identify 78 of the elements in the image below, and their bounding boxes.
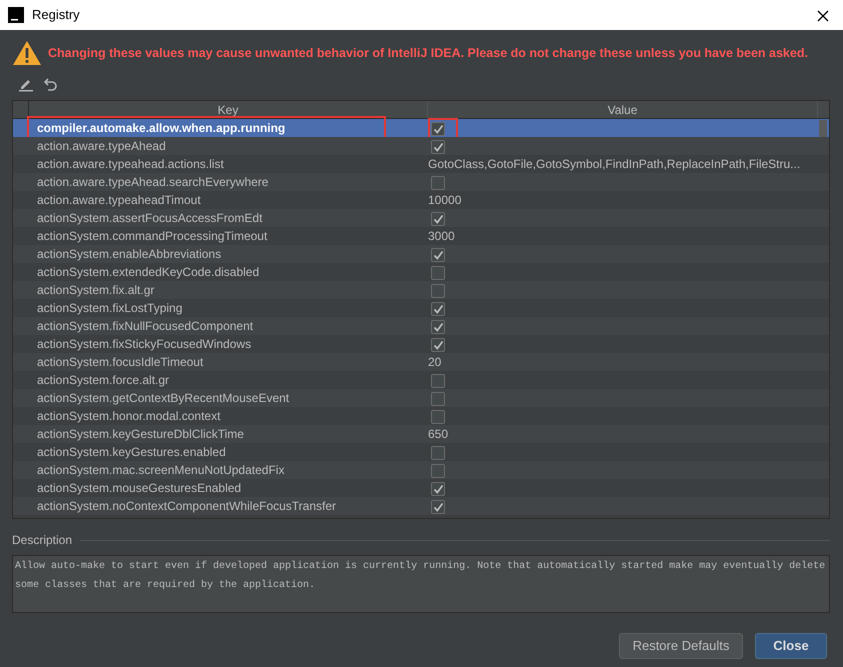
scrollbar-thumb[interactable] [819, 120, 827, 137]
checkbox[interactable] [431, 212, 445, 226]
key-text: actionSystem.fixStickyFocusedWindows [37, 337, 252, 351]
checkbox[interactable] [431, 392, 445, 406]
checkbox[interactable] [431, 266, 445, 280]
checkbox[interactable] [431, 410, 445, 424]
key-text: action.aware.typeaheadTimout [37, 193, 201, 207]
checkbox[interactable] [431, 374, 445, 388]
key-text: actionSystem.keyGestures.enabled [37, 445, 226, 459]
table-row[interactable]: actionSystem.honor.modal.context [13, 407, 829, 425]
checkbox[interactable] [431, 176, 445, 190]
key-text: actionSystem.fixNullFocusedComponent [37, 319, 254, 333]
checkbox[interactable] [431, 464, 445, 478]
value-text: 3000 [428, 229, 455, 243]
checkbox[interactable] [431, 284, 445, 298]
key-text: compiler.automake.allow.when.app.running [37, 121, 286, 135]
value-text: GotoClass,GotoFile,GotoSymbol,FindInPath,ReplaceInPath,FileStru... [428, 157, 800, 171]
key-text: action.aware.typeahead.actions.list [37, 157, 224, 171]
key-text: actionSystem.getContextByRecentMouseEvent [37, 391, 290, 405]
table-row[interactable]: actionSystem.enableAbbreviations [13, 245, 829, 263]
table-row[interactable]: actionSystem.assertFocusAccessFromEdt [13, 209, 829, 227]
close-button[interactable]: Close [755, 633, 827, 659]
key-text: actionSystem.commandProcessingTimeout [37, 229, 268, 243]
table-row[interactable]: action.aware.typeAhead.searchEverywhere [13, 173, 829, 191]
table-row[interactable]: actionSystem.fixNullFocusedComponent [13, 317, 829, 335]
app-logo-icon [8, 7, 24, 23]
key-text: actionSystem.keyGestureDblClickTime [37, 427, 244, 441]
key-text: actionSystem.force.alt.gr [37, 373, 170, 387]
key-text: actionSystem.focusIdleTimeout [37, 355, 204, 369]
key-text: actionSystem.mouseGesturesEnabled [37, 481, 242, 495]
description-text: Allow auto-make to start even if developed application is currently running. Note that automatically started make may eventually delete some classes that are required by the application. [12, 555, 830, 613]
key-text: actionSystem.noContextComponentWhileFocusTransfer [37, 499, 336, 513]
checkbox[interactable] [431, 122, 445, 136]
table-row[interactable]: actionSystem.fixLostTyping [13, 299, 829, 317]
key-text: actionSystem.honor.modal.context [37, 409, 220, 423]
key-text: actionSystem.extendedKeyCode.disabled [37, 265, 260, 279]
table-row[interactable]: actionSystem.force.alt.gr [13, 371, 829, 389]
table-row[interactable]: actionSystem.focusIdleTimeout 20 [13, 353, 829, 371]
key-text: action.aware.typeAhead [37, 139, 166, 153]
checkbox[interactable] [431, 302, 445, 316]
table-row[interactable]: action.aware.typeahead.actions.list GotoClass,GotoFile,GotoSymbol,FindInPath,ReplaceInPath,FileStru... [13, 155, 829, 173]
table-row[interactable]: actionSystem.keyGestureDblClickTime 650 [13, 425, 829, 443]
value-text: 650 [428, 427, 448, 441]
table-row[interactable]: actionSystem.noContextComponentWhileFocusTransfer [13, 497, 829, 515]
key-text: action.aware.typeAhead.searchEverywhere [37, 175, 268, 189]
table-row[interactable]: actionSystem.extendedKeyCode.disabled [13, 263, 829, 281]
warning-message: Changing these values may cause unwanted behavior of IntelliJ IDEA. Please do not change these unless you have been asked. [48, 44, 808, 62]
value-text: 20 [428, 355, 442, 369]
checkbox[interactable] [431, 446, 445, 460]
table-row[interactable]: actionSystem.mouseGesturesEnabled [13, 479, 829, 497]
restore-defaults-button[interactable]: Restore Defaults [619, 633, 743, 659]
key-text: actionSystem.assertFocusAccessFromEdt [37, 211, 262, 225]
table-row[interactable]: action.aware.typeaheadTimout 10000 [13, 191, 829, 209]
checkbox[interactable] [431, 338, 445, 352]
value-text: 10000 [428, 193, 462, 207]
checkbox[interactable] [431, 500, 445, 514]
column-header: Key [29, 101, 428, 118]
checkbox[interactable] [431, 140, 445, 154]
key-text: actionSystem.mac.screenMenuNotUpdatedFix [37, 463, 284, 477]
table-row[interactable]: actionSystem.fixStickyFocusedWindows [13, 335, 829, 353]
table-row[interactable]: actionSystem.keyGestures.enabled [13, 443, 829, 461]
key-text: actionSystem.fix.alt.gr [37, 283, 154, 297]
key-text: actionSystem.enableAbbreviations [37, 247, 222, 261]
section-label: Description [12, 532, 72, 549]
checkbox[interactable] [431, 248, 445, 262]
window-title: Registry [32, 6, 80, 24]
warning-icon [12, 40, 42, 66]
checkbox[interactable] [431, 482, 445, 496]
undo-icon[interactable] [44, 77, 58, 91]
table-row[interactable]: actionSystem.fix.alt.gr [13, 281, 829, 299]
table-row[interactable]: actionSystem.commandProcessingTimeout 3000 [13, 227, 829, 245]
table-row[interactable]: actionSystem.getContextByRecentMouseEvent [13, 389, 829, 407]
table-row[interactable]: action.aware.typeAhead [13, 137, 829, 155]
table-row[interactable]: compiler.automake.allow.when.app.running [13, 119, 829, 137]
key-text: actionSystem.fixLostTyping [37, 301, 182, 315]
table-row[interactable]: actionSystem.mac.screenMenuNotUpdatedFix [13, 461, 829, 479]
checkbox[interactable] [431, 320, 445, 334]
column-header: Value [428, 101, 818, 118]
